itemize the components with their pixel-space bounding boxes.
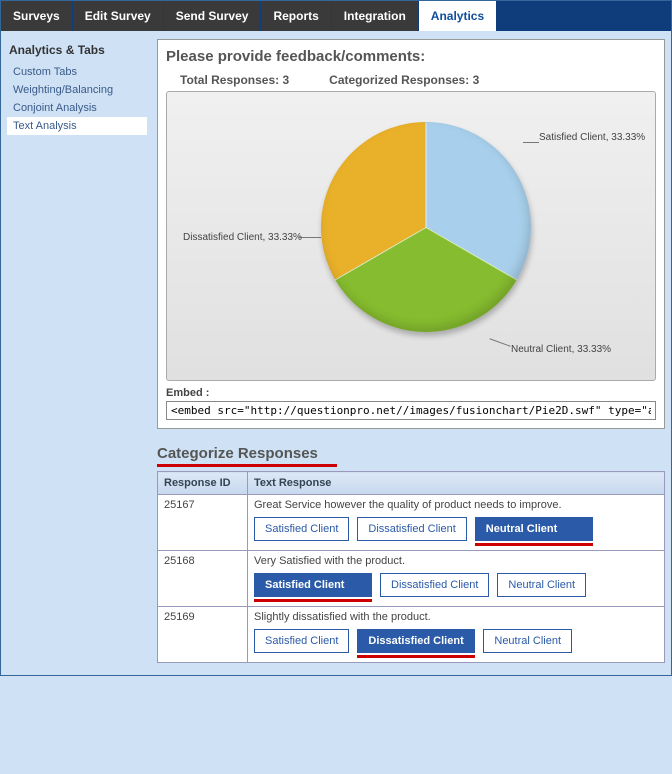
- category-button-dissatisfied-client[interactable]: Dissatisfied Client: [380, 573, 489, 597]
- tab-surveys[interactable]: Surveys: [1, 1, 73, 31]
- total-responses: Total Responses: 3: [180, 73, 289, 87]
- pie-chart: Satisfied Client, 33.33% Dissatisfied Cl…: [166, 91, 656, 381]
- responses-table: Response ID Text Response 25167 Great Ser…: [157, 471, 665, 663]
- response-cell: Very Satisfied with the product. Satisfie…: [248, 551, 665, 607]
- embed-input[interactable]: [166, 401, 656, 420]
- categorize-title: Categorize Responses: [157, 445, 665, 462]
- slice-label-neutral: Neutral Client, 33.33%: [511, 344, 611, 355]
- tab-reports[interactable]: Reports: [261, 1, 331, 31]
- feedback-panel: Please provide feedback/comments: Total …: [157, 39, 665, 429]
- tab-send-survey[interactable]: Send Survey: [164, 1, 262, 31]
- underline-decoration: [254, 599, 372, 602]
- sidebar-item-conjoint-analysis[interactable]: Conjoint Analysis: [7, 99, 147, 117]
- table-row: 25167 Great Service however the quality o…: [158, 495, 665, 551]
- tab-analytics[interactable]: Analytics: [419, 1, 497, 31]
- underline-decoration: [157, 464, 337, 467]
- response-cell: Slightly dissatisfied with the product. S…: [248, 607, 665, 663]
- category-button-dissatisfied-client[interactable]: Dissatisfied Client: [357, 517, 466, 541]
- pie-graphic: [321, 122, 531, 332]
- underline-decoration: [357, 655, 475, 658]
- slice-label-dissatisfied: Dissatisfied Client, 33.33%: [183, 232, 302, 243]
- embed-label: Embed :: [166, 387, 209, 399]
- response-text: Slightly dissatisfied with the product.: [254, 611, 658, 623]
- col-response-id: Response ID: [158, 472, 248, 495]
- category-button-neutral-client[interactable]: Neutral Client: [483, 629, 572, 653]
- category-button-satisfied-client[interactable]: Satisfied Client: [254, 573, 372, 597]
- category-button-neutral-client[interactable]: Neutral Client: [497, 573, 586, 597]
- sidebar-heading: Analytics & Tabs: [7, 39, 147, 63]
- sidebar: Analytics & Tabs Custom TabsWeighting/Ba…: [7, 39, 147, 663]
- response-text: Very Satisfied with the product.: [254, 555, 658, 567]
- category-button-dissatisfied-client[interactable]: Dissatisfied Client: [357, 629, 475, 653]
- top-tabs: SurveysEdit SurveySend SurveyReportsInte…: [1, 1, 671, 31]
- tab-integration[interactable]: Integration: [332, 1, 419, 31]
- tab-edit-survey[interactable]: Edit Survey: [73, 1, 164, 31]
- categorized-responses: Categorized Responses: 3: [329, 73, 479, 87]
- response-id: 25167: [158, 495, 248, 551]
- category-button-neutral-client[interactable]: Neutral Client: [475, 517, 593, 541]
- panel-title: Please provide feedback/comments:: [166, 48, 656, 65]
- slice-label-satisfied: Satisfied Client, 33.33%: [539, 132, 645, 143]
- response-cell: Great Service however the quality of pro…: [248, 495, 665, 551]
- sidebar-item-weighting-balancing[interactable]: Weighting/Balancing: [7, 81, 147, 99]
- response-id: 25168: [158, 551, 248, 607]
- col-text-response: Text Response: [248, 472, 665, 495]
- response-id: 25169: [158, 607, 248, 663]
- category-button-satisfied-client[interactable]: Satisfied Client: [254, 629, 349, 653]
- table-row: 25169Slightly dissatisfied with the prod…: [158, 607, 665, 663]
- response-text: Great Service however the quality of pro…: [254, 499, 658, 511]
- table-row: 25168 Very Satisfied with the product. Sat…: [158, 551, 665, 607]
- sidebar-item-custom-tabs[interactable]: Custom Tabs: [7, 63, 147, 81]
- sidebar-item-text-analysis[interactable]: Text Analysis: [7, 117, 147, 135]
- category-button-satisfied-client[interactable]: Satisfied Client: [254, 517, 349, 541]
- underline-decoration: [475, 543, 593, 546]
